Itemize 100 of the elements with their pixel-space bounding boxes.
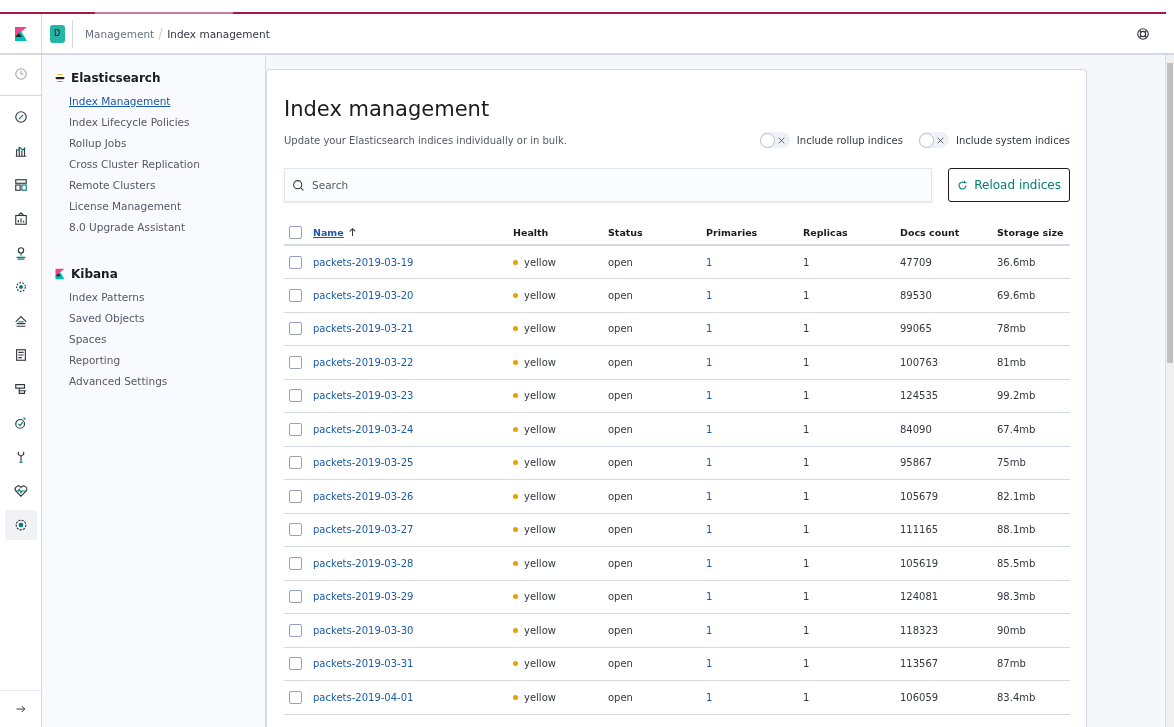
toggle-switch[interactable] xyxy=(919,132,949,148)
breadcrumb[interactable]: Management xyxy=(85,27,155,40)
compass-icon xyxy=(13,110,28,124)
sidebar-link[interactable]: Cross Cluster Replication xyxy=(69,157,200,171)
sidebar-link[interactable]: 8.0 Upgrade Assistant xyxy=(69,220,186,234)
index-name-link[interactable]: packets-2019-03-20 xyxy=(313,289,414,301)
reload-button[interactable]: Reload indices xyxy=(948,168,1070,202)
storage-size-text: 36.6mb xyxy=(997,256,1036,268)
sidebar-link[interactable]: Index Lifecycle Policies xyxy=(69,115,190,129)
primaries-text: 1 xyxy=(706,658,713,670)
row-checkbox[interactable] xyxy=(289,657,302,671)
page-title: Index management xyxy=(284,96,491,122)
index-name-link[interactable]: packets-2019-03-31 xyxy=(313,658,414,670)
row-checkbox[interactable] xyxy=(289,523,302,537)
index-name-link[interactable]: packets-2019-03-24 xyxy=(313,423,414,435)
status-text: open xyxy=(608,423,633,435)
primaries-text: 1 xyxy=(706,323,713,335)
index-name-link[interactable]: packets-2019-03-29 xyxy=(313,591,414,603)
row-checkbox[interactable] xyxy=(289,288,302,302)
nav-item[interactable] xyxy=(4,510,37,540)
primaries-text: 1 xyxy=(706,691,713,703)
row-checkbox[interactable] xyxy=(289,355,302,369)
toggle-switch[interactable] xyxy=(759,132,790,148)
column-header[interactable]: Status xyxy=(608,226,643,238)
row-checkbox[interactable] xyxy=(289,623,302,637)
index-name-link[interactable]: packets-2019-04-01 xyxy=(313,691,414,703)
index-name-link[interactable]: packets-2019-03-21 xyxy=(313,323,414,335)
sidebar-link[interactable]: Reporting xyxy=(69,353,121,367)
space-avatar[interactable]: D xyxy=(49,24,65,43)
column-header[interactable]: Primaries xyxy=(706,226,758,238)
docs-count-text: 118323 xyxy=(900,624,939,636)
docs-count-text: 111165 xyxy=(900,524,939,536)
kibana-logo[interactable] xyxy=(12,25,29,42)
row-checkbox[interactable] xyxy=(289,489,302,503)
breadcrumb: Index management xyxy=(167,27,270,40)
status-text: open xyxy=(608,457,633,469)
index-name-link[interactable]: packets-2019-03-25 xyxy=(313,457,414,469)
health-text: yellow xyxy=(524,490,556,502)
sidebar-link[interactable]: Rollup Jobs xyxy=(69,136,127,150)
row-checkbox[interactable] xyxy=(289,389,302,403)
column-header[interactable]: Replicas xyxy=(803,226,848,238)
replicas-text: 1 xyxy=(803,524,810,536)
elasticsearch-logo xyxy=(54,72,66,84)
row-checkbox[interactable] xyxy=(289,456,302,470)
dashboard-icon xyxy=(13,178,28,192)
docs-count-text: 124535 xyxy=(900,390,939,402)
replicas-text: 1 xyxy=(803,658,810,670)
page-description: Update your Elasticsearch indices individually or in bulk. xyxy=(284,134,567,146)
scrollbar[interactable] xyxy=(1165,55,1174,727)
sidebar-link[interactable]: Index Management xyxy=(69,94,171,108)
row-checkbox[interactable] xyxy=(289,556,302,570)
index-name-link[interactable]: packets-2019-03-23 xyxy=(313,390,414,402)
index-name-link[interactable]: packets-2019-03-19 xyxy=(313,256,414,268)
sidebar-link[interactable]: License Management xyxy=(69,199,182,213)
storage-size-text: 85.5mb xyxy=(997,557,1036,569)
replicas-text: 1 xyxy=(803,423,810,435)
primaries-text: 1 xyxy=(706,490,713,502)
sidebar-link[interactable]: Advanced Settings xyxy=(69,374,168,388)
row-checkbox[interactable] xyxy=(289,255,302,269)
row-checkbox[interactable] xyxy=(289,590,302,604)
storage-size-text: 83.4mb xyxy=(997,691,1036,703)
stack-icon xyxy=(13,314,28,328)
refresh-icon xyxy=(957,179,969,191)
sidebar-link[interactable]: Remote Clusters xyxy=(69,178,156,192)
storage-size-text: 82.1mb xyxy=(997,490,1036,502)
column-header[interactable]: Storage size xyxy=(997,226,1064,238)
select-all-checkbox[interactable] xyxy=(289,225,302,239)
index-name-link[interactable]: packets-2019-03-30 xyxy=(313,624,414,636)
section-title: Kibana xyxy=(71,267,118,281)
status-text: open xyxy=(608,323,633,335)
help-icon[interactable] xyxy=(1136,26,1150,41)
storage-size-text: 67.4mb xyxy=(997,423,1036,435)
row-checkbox[interactable] xyxy=(289,690,302,704)
primaries-text: 1 xyxy=(706,557,713,569)
docs-count-text: 105619 xyxy=(900,557,939,569)
index-name-link[interactable]: packets-2019-03-27 xyxy=(313,524,414,536)
row-checkbox[interactable] xyxy=(289,322,302,336)
sidebar-link[interactable]: Saved Objects xyxy=(69,311,145,325)
storage-size-text: 81mb xyxy=(997,356,1026,368)
toggle-label: Include system indices xyxy=(956,134,1070,146)
index-name-link[interactable]: packets-2019-03-26 xyxy=(313,490,414,502)
primaries-text: 1 xyxy=(706,591,713,603)
cross-icon xyxy=(936,135,945,145)
search-field[interactable]: Search xyxy=(284,168,933,202)
column-header[interactable]: Name xyxy=(313,226,344,238)
health-text: yellow xyxy=(524,323,556,335)
chart-icon xyxy=(13,144,28,158)
primaries-text: 1 xyxy=(706,390,713,402)
document-icon xyxy=(13,348,28,362)
replicas-text: 1 xyxy=(803,591,810,603)
sidebar-link[interactable]: Spaces xyxy=(69,332,107,346)
primaries-text: 1 xyxy=(706,256,713,268)
index-name-link[interactable]: packets-2019-03-22 xyxy=(313,356,414,368)
sidebar-link[interactable]: Index Patterns xyxy=(69,290,145,304)
index-name-link[interactable]: packets-2019-03-28 xyxy=(313,557,414,569)
column-header[interactable]: Health xyxy=(513,226,549,238)
health-text: yellow xyxy=(524,256,556,268)
row-checkbox[interactable] xyxy=(289,422,302,436)
column-header[interactable]: Docs count xyxy=(900,226,960,238)
expand-arrow-icon[interactable] xyxy=(14,703,27,715)
